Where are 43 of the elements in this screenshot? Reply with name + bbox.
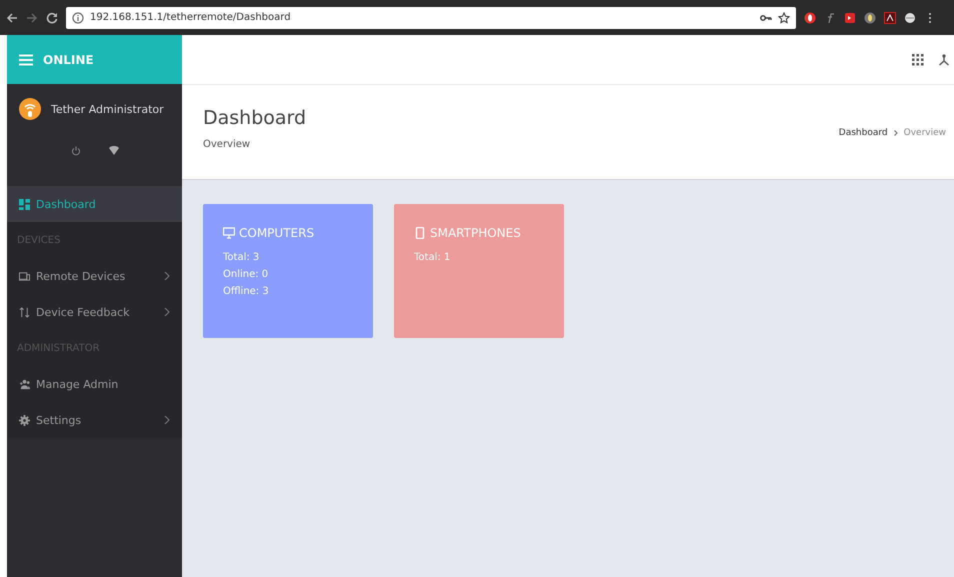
- extension-icon[interactable]: [864, 12, 876, 24]
- phone-icon: [414, 227, 426, 239]
- chevron-right-icon: [164, 416, 170, 424]
- chevron-right-icon: [894, 130, 898, 136]
- address-bar[interactable]: 192.168.151.1/tetherremote/Dashboard: [66, 6, 796, 28]
- user-name: Tether Administrator: [51, 102, 164, 116]
- wifi-icon[interactable]: [108, 146, 118, 156]
- chevron-right-icon: [164, 272, 170, 280]
- back-icon[interactable]: [6, 12, 18, 24]
- chevron-right-icon: [164, 308, 170, 316]
- sidebar-item[interactable]: Remote Devices: [7, 258, 182, 294]
- grid-icon[interactable]: [912, 54, 924, 66]
- reload-icon[interactable]: [46, 12, 58, 24]
- devices-icon: [19, 270, 30, 282]
- card-stat: Total: 3: [223, 252, 260, 263]
- extension-icon[interactable]: [844, 12, 856, 24]
- dashboard-icon: [19, 198, 30, 210]
- monitor-icon: [223, 227, 235, 239]
- page-title: Dashboard: [203, 107, 306, 129]
- extension-icon[interactable]: [904, 12, 916, 24]
- card-stat: Online: 0: [223, 269, 270, 280]
- page-subtitle: Overview: [203, 139, 252, 150]
- users-icon: [19, 378, 30, 390]
- info-icon: [72, 12, 84, 24]
- sidebar-item[interactable]: Settings: [7, 402, 182, 438]
- sidebar-item[interactable]: Dashboard: [7, 186, 182, 222]
- extension-icon[interactable]: [804, 12, 816, 24]
- card-title: COMPUTERS: [239, 226, 314, 240]
- gear-icon: [19, 414, 30, 426]
- card-title: SMARTPHONES: [430, 226, 521, 240]
- sidebar-item[interactable]: Manage Admin: [7, 366, 182, 402]
- power-icon[interactable]: [70, 146, 80, 156]
- card-stat: Offline: 3: [223, 286, 270, 297]
- breadcrumb-link[interactable]: Dashboard: [838, 128, 888, 138]
- network-icon[interactable]: [938, 54, 950, 66]
- star-icon[interactable]: [778, 12, 790, 24]
- pdf-icon[interactable]: [884, 12, 896, 24]
- card-stat: Total: 1: [414, 252, 452, 263]
- sidebar-item[interactable]: Device Feedback: [7, 294, 182, 330]
- arrows-icon: [19, 306, 30, 318]
- status-label: ONLINE: [43, 52, 94, 66]
- forward-icon[interactable]: [26, 12, 38, 24]
- avatar-icon: [19, 98, 41, 120]
